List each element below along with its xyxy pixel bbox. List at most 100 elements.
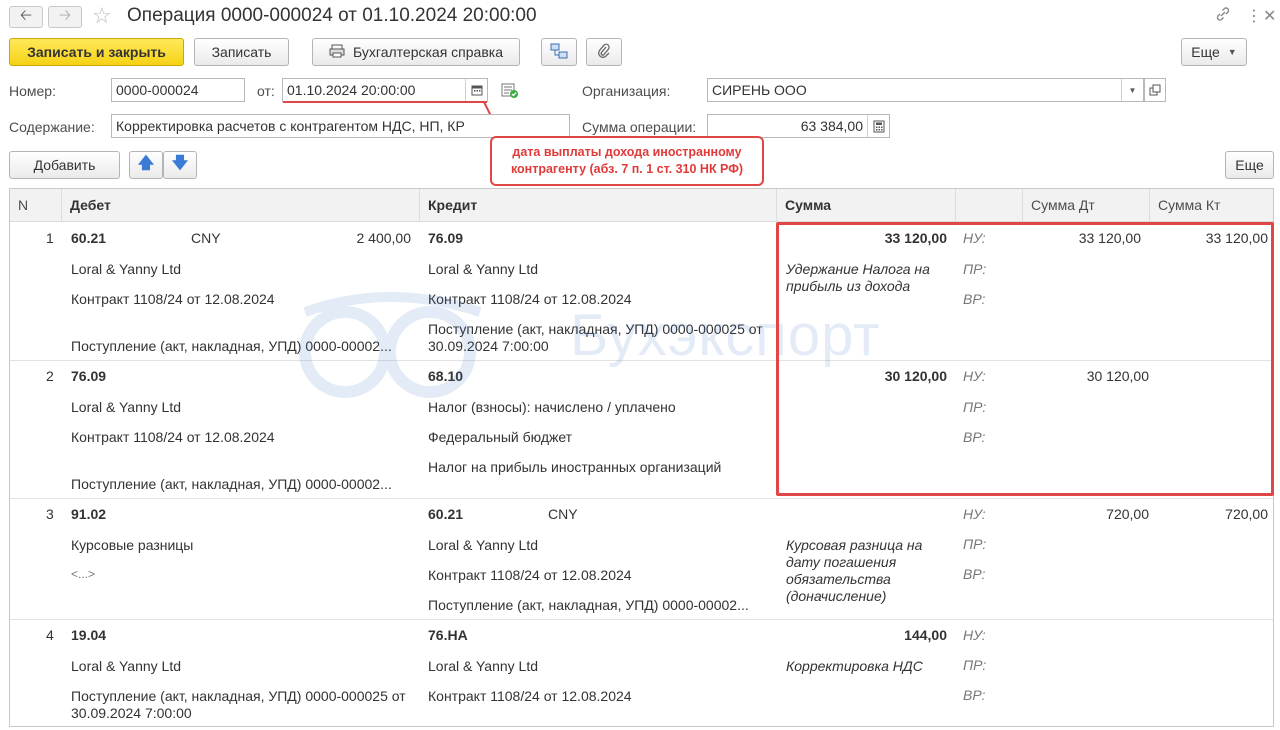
- credit-subconto-3: Поступление (акт, накладная, УПД) 0000-0…: [428, 597, 749, 613]
- more-vertical-icon[interactable]: ⋮: [1246, 6, 1262, 26]
- col-credit-header[interactable]: Кредит: [420, 189, 777, 222]
- pr-label: ПР:: [963, 536, 987, 552]
- credit-subconto-2: Контракт 1108/24 от 12.08.2024: [428, 567, 632, 583]
- credit-subconto-2: Контракт 1108/24 от 12.08.2024: [428, 291, 632, 307]
- org-dropdown-icon[interactable]: ▼: [1121, 79, 1143, 101]
- pr-label: ПР:: [963, 657, 987, 673]
- save-close-button[interactable]: Записать и закрыть: [9, 38, 184, 66]
- add-button[interactable]: Добавить: [9, 151, 120, 179]
- callout-line-1: дата выплаты дохода иностранному: [512, 145, 742, 159]
- calendar-icon[interactable]: [465, 79, 487, 101]
- credit-account: 76.НА: [428, 627, 468, 643]
- content-field[interactable]: Корректировка расчетов с контрагентом НД…: [111, 114, 570, 138]
- sum-highlight-frame: [776, 222, 1274, 496]
- save-button[interactable]: Записать: [194, 38, 289, 66]
- entry-content: Корректировка НДС: [786, 658, 923, 674]
- open-icon[interactable]: [1144, 78, 1166, 102]
- print-icon: [329, 44, 345, 61]
- credit-account: 60.21: [428, 506, 464, 522]
- row-number: 2: [46, 368, 54, 384]
- credit-account: 68.10: [428, 368, 464, 384]
- debit-currency: CNY: [191, 230, 221, 246]
- more-button[interactable]: Еще ▼: [1181, 38, 1247, 66]
- debit-subconto-1: Курсовые разницы: [71, 537, 194, 553]
- sum-value: 63 384,00: [800, 118, 863, 134]
- move-down-button[interactable]: 🡇: [163, 151, 197, 179]
- debit-account: 76.09: [71, 368, 107, 384]
- back-arrow-icon: 🡠: [19, 6, 33, 24]
- row-number: 4: [46, 627, 54, 643]
- col-debit-header[interactable]: Дебет: [62, 189, 420, 222]
- debit-subconto-2: <...>: [71, 567, 96, 581]
- document-check-icon[interactable]: [501, 83, 519, 102]
- org-value: СИРЕНЬ ООО: [712, 82, 807, 98]
- star-icon[interactable]: ☆: [92, 3, 112, 29]
- forward-button[interactable]: 🡢: [48, 6, 82, 28]
- col-sum-header[interactable]: Сумма: [777, 189, 956, 222]
- debit-subconto-1: Loral & Yanny Ltd: [71, 261, 182, 277]
- date-field[interactable]: 01.10.2024 20:00:00: [282, 78, 488, 102]
- table-row[interactable]: 4 19.04 Loral & Yanny Ltd Поступление (а…: [10, 620, 1273, 726]
- table-more-button[interactable]: Еще: [1225, 151, 1274, 179]
- org-label: Организация:: [582, 83, 671, 99]
- nu-label: НУ:: [963, 627, 986, 643]
- table-row[interactable]: 3 91.02 Курсовые разницы <...> 60.21 CNY…: [10, 499, 1273, 620]
- number-label: Номер:: [9, 83, 56, 99]
- org-field[interactable]: СИРЕНЬ ООО ▼: [707, 78, 1144, 102]
- credit-subconto-3: Налог на прибыль иностранных организаций: [428, 459, 722, 475]
- debit-currency-amount: 2 400,00: [356, 230, 412, 246]
- date-label: от:: [257, 83, 275, 99]
- page-title: Операция 0000-000024 от 01.10.2024 20:00…: [127, 5, 537, 26]
- calculator-icon[interactable]: [867, 115, 889, 137]
- close-icon[interactable]: ✕: [1263, 6, 1276, 26]
- content-label: Содержание:: [9, 119, 95, 135]
- sum-field[interactable]: 63 384,00: [707, 114, 890, 138]
- arrow-down-icon: 🡇: [171, 154, 189, 172]
- arrow-up-icon: 🡅: [137, 154, 155, 172]
- dropdown-arrow-icon: ▼: [1227, 47, 1237, 57]
- paperclip-icon: [597, 43, 611, 62]
- row-number: 1: [46, 230, 54, 246]
- nu-label: НУ:: [963, 506, 986, 522]
- date-value: 01.10.2024 20:00:00: [287, 82, 416, 98]
- debit-subconto-2: Поступление (акт, накладная, УПД) 0000-0…: [71, 688, 406, 721]
- vr-label: ВР:: [963, 687, 986, 703]
- debit-subconto-1: Loral & Yanny Ltd: [71, 399, 182, 415]
- structure-icon: [550, 43, 568, 62]
- callout-line-2: контрагенту (абз. 7 п. 1 ст. 310 НК РФ): [510, 162, 744, 176]
- debit-account: 91.02: [71, 506, 107, 522]
- credit-currency: CNY: [548, 506, 578, 522]
- credit-subconto-1: Loral & Yanny Ltd: [428, 537, 539, 553]
- date-callout: дата выплаты дохода иностранному контраг…: [490, 136, 764, 186]
- debit-subconto-3: Поступление (акт, накладная, УПД) 0000-0…: [71, 476, 392, 492]
- entry-content: Курсовая разница на дату погашения обяза…: [786, 537, 923, 604]
- credit-subconto-2: Федеральный бюджет: [428, 429, 573, 445]
- table-header: N Дебет Кредит Сумма Сумма Дт Сумма Кт: [10, 189, 1273, 222]
- col-n-header[interactable]: N: [10, 189, 62, 222]
- sum-dt-value: 720,00: [1106, 506, 1149, 522]
- debit-subconto-2: Контракт 1108/24 от 12.08.2024: [71, 429, 275, 445]
- vr-label: ВР:: [963, 566, 986, 582]
- sum-kt-value: 720,00: [1225, 506, 1268, 522]
- row-number: 3: [46, 506, 54, 522]
- debit-account: 19.04: [71, 627, 107, 643]
- number-field[interactable]: 0000-000024: [111, 78, 245, 102]
- back-button[interactable]: 🡠: [9, 6, 43, 28]
- structure-button[interactable]: [541, 38, 577, 66]
- debit-account: 60.21: [71, 230, 107, 246]
- col-type-header[interactable]: [956, 189, 1023, 222]
- title-bar: 🡠 🡢 ☆ Операция 0000-000024 от 01.10.2024…: [0, 0, 1280, 34]
- sum-label: Сумма операции:: [582, 119, 697, 135]
- credit-subconto-1: Налог (взносы): начислено / уплачено: [428, 399, 676, 415]
- more-label: Еще: [1191, 44, 1220, 60]
- link-icon[interactable]: [1215, 6, 1231, 27]
- accounting-note-label: Бухгалтерская справка: [353, 44, 503, 60]
- attach-button[interactable]: [586, 38, 622, 66]
- move-up-button[interactable]: 🡅: [129, 151, 163, 179]
- credit-subconto-1: Loral & Yanny Ltd: [428, 658, 539, 674]
- debit-subconto-1: Loral & Yanny Ltd: [71, 658, 182, 674]
- accounting-note-button[interactable]: Бухгалтерская справка: [312, 38, 520, 66]
- credit-account: 76.09: [428, 230, 464, 246]
- col-sum-dt-header[interactable]: Сумма Дт: [1023, 189, 1150, 222]
- col-sum-kt-header[interactable]: Сумма Кт: [1150, 189, 1273, 222]
